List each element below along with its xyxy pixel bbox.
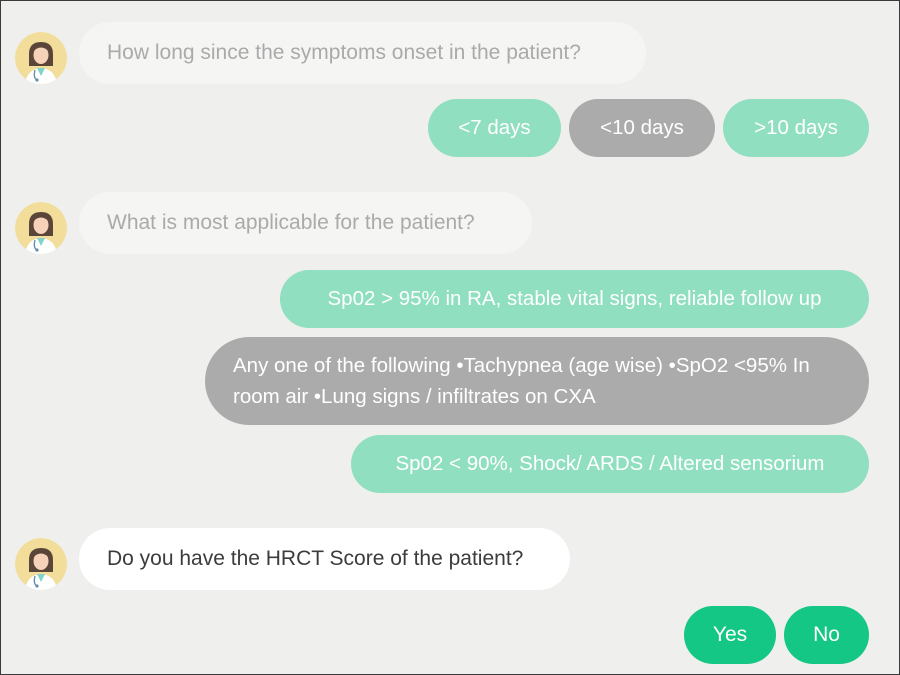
option-any-one-of-following[interactable]: Any one of the following •Tachypnea (age… <box>205 337 869 425</box>
bot-question-bubble: How long since the symptoms onset in the… <box>79 22 646 84</box>
option-shock-ards[interactable]: Sp02 < 90%, Shock/ ARDS / Altered sensor… <box>351 435 869 493</box>
option-more-than-10-days[interactable]: >10 days <box>723 99 869 157</box>
doctor-avatar-icon <box>15 32 67 84</box>
no-button[interactable]: No <box>784 606 869 664</box>
option-stable-vitals[interactable]: Sp02 > 95% in RA, stable vital signs, re… <box>280 270 869 328</box>
bot-question-bubble: What is most applicable for the patient? <box>79 192 532 254</box>
option-less-than-7-days[interactable]: <7 days <box>428 99 561 157</box>
option-less-than-10-days[interactable]: <10 days <box>569 99 715 157</box>
bot-question-bubble-active: Do you have the HRCT Score of the patien… <box>79 528 570 590</box>
yes-button[interactable]: Yes <box>684 606 776 664</box>
doctor-avatar-icon <box>15 202 67 254</box>
doctor-avatar-icon <box>15 538 67 590</box>
